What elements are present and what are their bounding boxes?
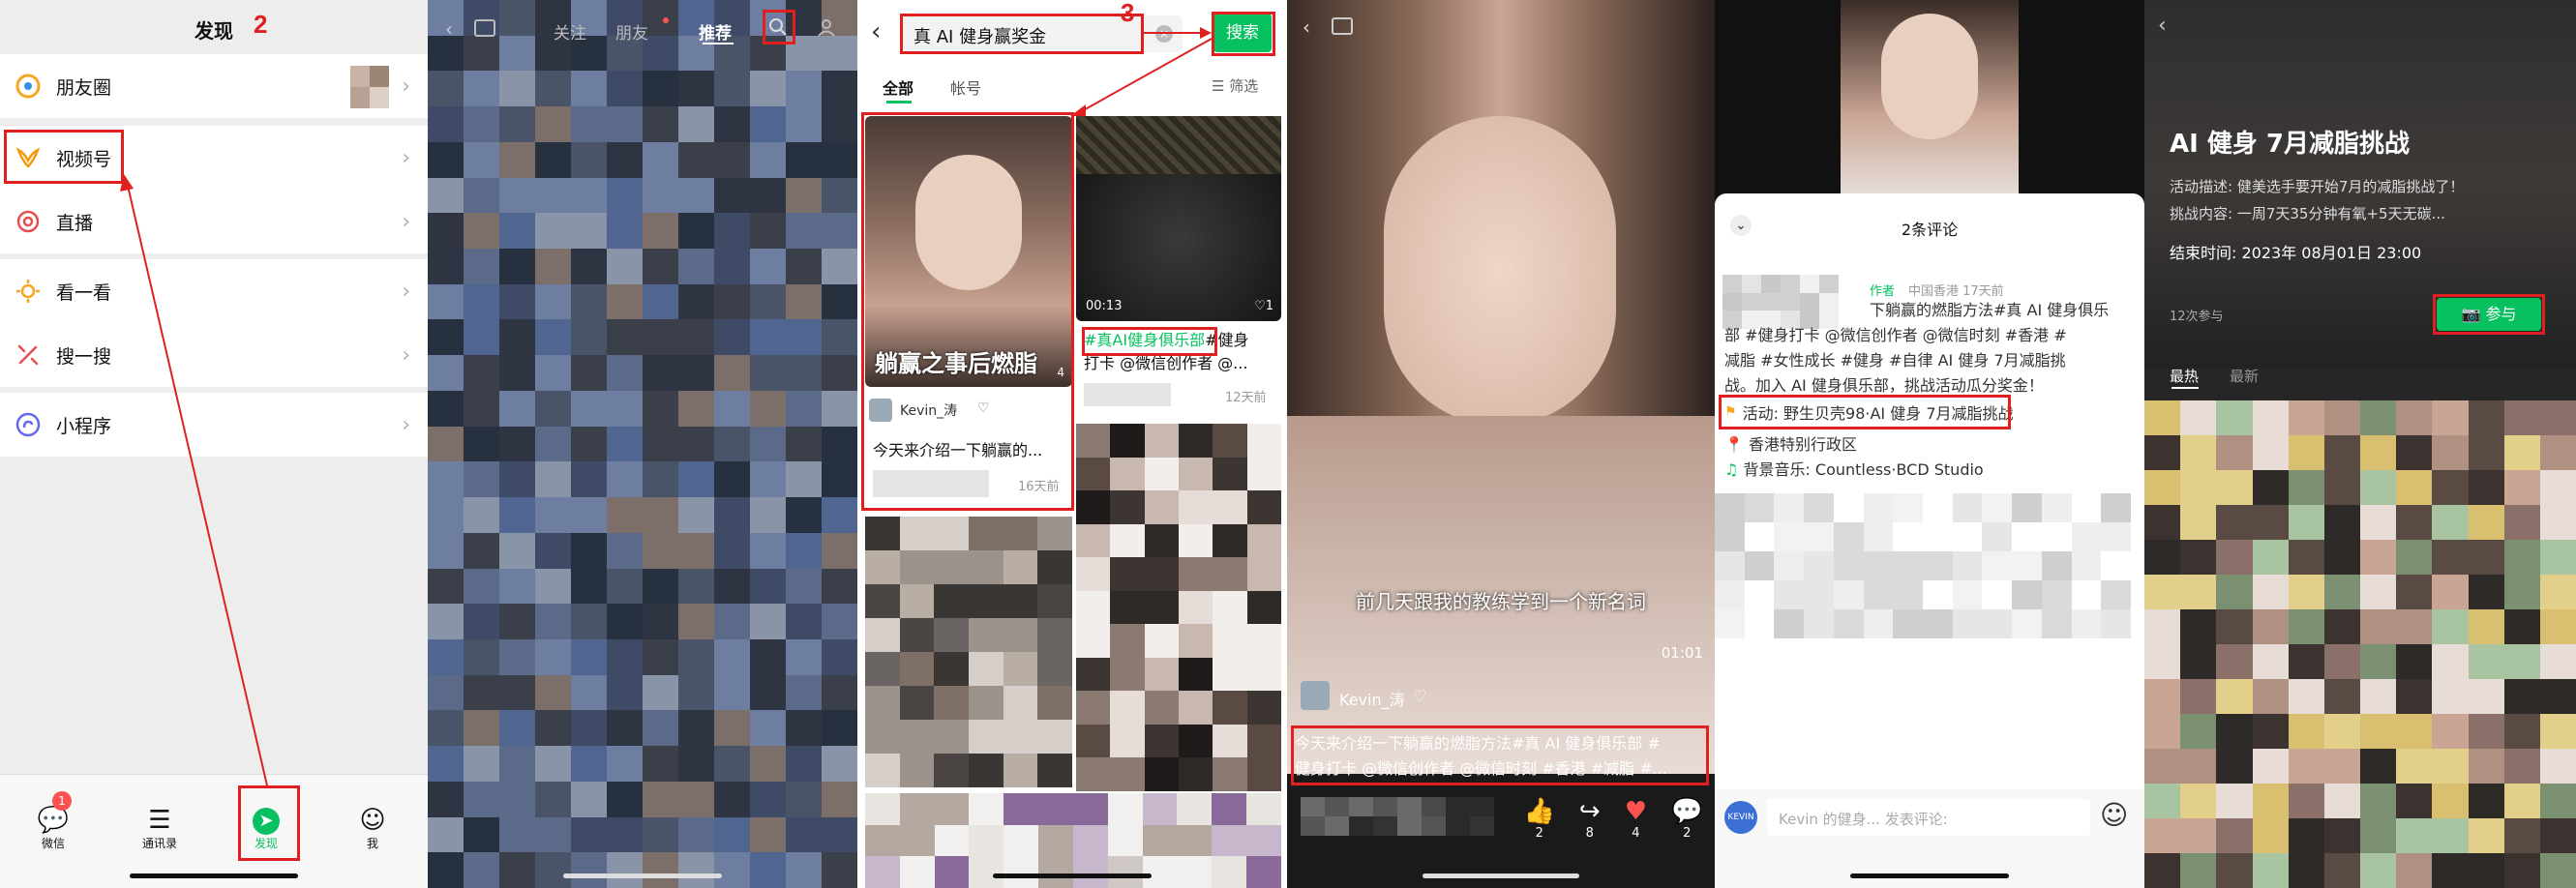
avatar[interactable]: KEVIN [1724, 801, 1757, 834]
favorite-button[interactable]: ♥ 4 [1625, 797, 1647, 855]
description-line: 今天来介绍一下躺赢的燃脂方法#真 AI 健身俱乐部 # [1295, 734, 1661, 753]
share-button[interactable]: ↪ 8 [1579, 797, 1601, 855]
author-tag: 作者 [1870, 284, 1896, 299]
like-button[interactable]: 👍 2 [1524, 797, 1555, 855]
channels-home-panel: ‹ 关注 朋友 推荐 [428, 0, 857, 888]
comment-line: 下躺赢的燃脂方法#真 AI 健身俱乐 [1870, 301, 2110, 319]
blurred-comments [1715, 493, 2131, 638]
video-subtitle: 前几天跟我的教练学到一个新名词 [1356, 590, 1646, 613]
blurred-avatar [1722, 275, 1839, 329]
challenge-desc: 活动描述: 健美选手要开始7月的减脂挑战了！ [2170, 178, 2465, 195]
window-icon[interactable] [474, 19, 495, 37]
heart-filled-icon: ♥ [1624, 797, 1648, 826]
like-count: 2 [1535, 826, 1543, 841]
home-indicator [563, 873, 722, 878]
tab-latest[interactable]: 最新 [2230, 366, 2259, 386]
participants-count: 12次参与 [2170, 310, 2224, 324]
video-preview[interactable] [1841, 0, 2019, 193]
activity-text: 活动: 野生贝壳98·AI 健身 7月减脂挑战 [1742, 404, 2014, 423]
profile-icon[interactable] [813, 14, 840, 41]
challenge-panel: ‹ AI 健身 7月减脂挑战 活动描述: 健美选手要开始7月的减脂挑战了！ 挑战… [2144, 0, 2576, 888]
comment-icon: 💬 [1671, 797, 1703, 826]
flag-icon: ⚑ [1724, 404, 1737, 420]
comment-placeholder: Kevin 的健身... 发表评论: [1779, 811, 1948, 828]
video-player-panel: ‹ 前几天跟我的教练学到一个新名词 01:01 Kevin_涛 ♡ 今天来介绍一… [1287, 0, 1715, 888]
avatar[interactable] [1301, 681, 1330, 710]
window-icon[interactable] [1332, 17, 1353, 35]
face-image [1881, 14, 1978, 139]
home-indicator [1423, 873, 1579, 878]
video-frame[interactable] [1287, 0, 1715, 774]
challenge-title: AI 健身 7月减脂挑战 [2170, 130, 2410, 159]
comment-line: 战。加入 AI 健身俱乐部，挑战活动瓜分奖金！ [1724, 376, 2044, 395]
comment-line: 减脂 #女性成长 #健身 #自律 AI 健身 7月减脂挑 [1724, 351, 2066, 370]
join-label: 参与 [2485, 305, 2517, 323]
favorite-count: 4 [1632, 826, 1640, 841]
challenge-content: 挑战内容: 一周7天35分钟有氧+5天无碳... [2170, 205, 2445, 222]
video-time: 01:01 [1661, 644, 1703, 662]
activity-link[interactable]: ⚑ 活动: 野生贝壳98·AI 健身 7月减脂挑战 [1724, 400, 2014, 424]
new-dot [663, 17, 669, 23]
author-name[interactable]: Kevin_涛 [1339, 687, 1405, 710]
arrow-overlay [1070, 27, 1213, 116]
emoji-icon[interactable]: ☺ [2100, 799, 2128, 831]
comment-line: 部 #健身打卡 @微信创作者 @微信时刻 #香港 # [1724, 326, 2067, 344]
comments-panel: ⌄ 2条评论 作者 中国香港 17天前 下躺赢的燃脂方法#真 AI 健身俱乐 部… [1715, 0, 2144, 888]
action-bar: 👍 2 ↪ 8 ♥ 4 💬 2 [1512, 797, 1715, 855]
heart-icon[interactable]: ♡ [1413, 687, 1426, 705]
comment-input[interactable]: Kevin 的健身... 发表评论: [1767, 799, 2090, 836]
challenge-end-time: 结束时间: 2023年 08月01日 23:00 [2170, 244, 2422, 262]
blurred-video-grid[interactable] [2144, 400, 2576, 888]
comment-button[interactable]: 💬 2 [1671, 797, 1702, 855]
back-icon[interactable]: ‹ [445, 17, 453, 41]
active-tab-indicator [703, 43, 734, 44]
share-icon: ↪ [1578, 797, 1601, 826]
back-icon[interactable]: ‹ [1303, 15, 1310, 39]
thumbs-up-icon: 👍 [1523, 797, 1555, 826]
face-image [1384, 116, 1616, 426]
search-icon[interactable] [764, 14, 792, 41]
location-link[interactable]: 📍 香港特别行政区 [1724, 431, 1857, 455]
join-button[interactable]: 📷 参与 [2437, 298, 2541, 331]
comment-meta: 中国香港 17天前 [1908, 284, 2004, 299]
share-count: 8 [1585, 826, 1594, 841]
music-link[interactable]: ♫ 背景音乐: Countless·BCD Studio [1724, 457, 1984, 480]
tab-friends[interactable]: 朋友 [615, 19, 648, 44]
location-pin-icon: 📍 [1724, 435, 1744, 454]
tab-recommended[interactable]: 推荐 [699, 19, 732, 44]
arrow-overlay [120, 174, 268, 786]
back-icon[interactable]: ‹ [2158, 14, 2167, 38]
comment-count: 2 [1683, 826, 1692, 841]
camera-icon: 📷 [2461, 305, 2486, 323]
description-line: 健身打卡 @微信创作者 @微信时刻 #香港 #减脂 #... [1295, 759, 1667, 778]
tab-following[interactable]: 关注 [554, 19, 586, 44]
music-note-icon: ♫ [1724, 460, 1739, 479]
home-indicator [1850, 873, 2009, 878]
comments-title: 2条评论 [1901, 221, 1959, 239]
blurred-comment [1301, 797, 1494, 836]
blurred-video-background [428, 0, 857, 888]
video-description: 今天来介绍一下躺赢的燃脂方法#真 AI 健身俱乐部 # 健身打卡 @微信创作者 … [1295, 731, 1667, 782]
active-tab-indicator [2172, 387, 2199, 389]
tab-hot[interactable]: 最热 [2170, 366, 2199, 386]
location-text: 香港特别行政区 [1749, 435, 1858, 454]
music-text: 背景音乐: Countless·BCD Studio [1743, 460, 1984, 479]
